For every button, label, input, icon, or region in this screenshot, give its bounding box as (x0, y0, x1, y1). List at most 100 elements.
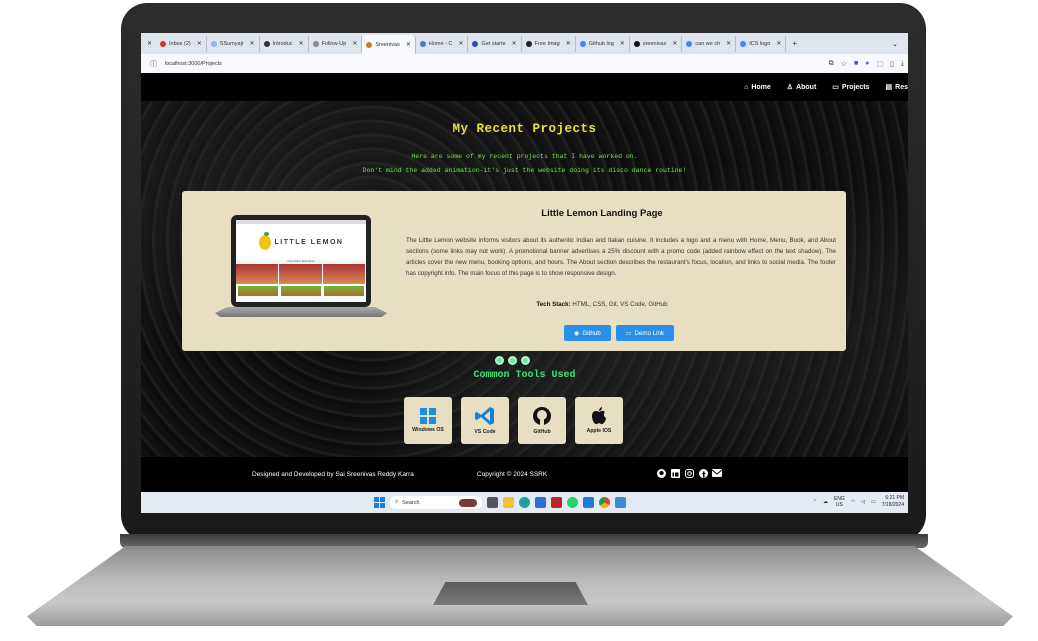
carousel-dot[interactable] (495, 356, 504, 365)
browser-tab-active[interactable]: Sreenivas ✕ (362, 35, 416, 54)
vscode-icon[interactable] (583, 497, 594, 508)
nav-label: About (796, 83, 817, 91)
install-icon[interactable]: ⧉ (829, 60, 834, 68)
tools-title: Common Tools Used (473, 370, 576, 381)
task-view-icon[interactable] (487, 497, 498, 508)
start-icon[interactable] (374, 497, 385, 508)
tab-label: Inbox (2) (169, 40, 191, 47)
clock[interactable]: 6:21 PM 7/18/2024 (882, 495, 904, 509)
search-icon: ⌕ (395, 499, 399, 505)
onedrive-icon[interactable]: ☁ (823, 499, 828, 505)
linkedin-icon[interactable] (670, 468, 680, 478)
close-icon[interactable]: ✕ (250, 40, 255, 47)
page-subtitle: Here are some of my recent projects that… (411, 153, 638, 160)
tab-label: sreenivas (642, 40, 667, 47)
site-icon (366, 41, 373, 48)
search-placeholder: Search (402, 499, 420, 506)
close-icon[interactable]: ✕ (512, 40, 517, 47)
portfolio-page: ⌂ Home ♙ About ▭ Projects ▤ Res My Recent Pr… (141, 73, 908, 492)
project-preview-image: LITTLE LEMON Home Menu Book About (215, 215, 387, 325)
google-icon (686, 40, 693, 47)
github-icon (633, 40, 640, 47)
site-info-icon[interactable]: ⓘ (150, 59, 157, 69)
close-icon[interactable]: ✕ (672, 40, 677, 47)
carousel-dot[interactable] (508, 356, 517, 365)
tab-label: can we ch (695, 40, 721, 47)
browser-tab[interactable]: Free Imag ✕ (522, 35, 576, 52)
extension-icon[interactable]: ■ (854, 60, 858, 68)
taskbar-search[interactable]: ⌕ Search (390, 496, 482, 509)
close-icon[interactable]: ✕ (620, 40, 625, 47)
site-icon (525, 40, 532, 47)
site-icon (472, 40, 479, 47)
demo-link-button[interactable]: ▭ Demo Link (615, 325, 675, 341)
browser-tab[interactable]: can we ch ✕ (682, 35, 737, 52)
nav-home[interactable]: ⌂ Home (744, 84, 771, 91)
browser-tab[interactable]: sreenivas ✕ (630, 35, 683, 52)
edge-icon[interactable] (519, 497, 530, 508)
browser-tab[interactable]: SSumyajr ✕ (207, 35, 260, 52)
github-button[interactable]: ◉ Github (564, 325, 611, 341)
close-icon[interactable]: ✕ (147, 40, 152, 47)
site-icon (263, 40, 270, 47)
browser-tab[interactable]: Home - C ✕ (416, 35, 469, 52)
projects-icon: ▭ (832, 84, 839, 91)
battery-icon[interactable]: ▭ (871, 499, 876, 505)
close-icon[interactable]: ✕ (352, 40, 357, 47)
windows-taskbar: ⌕ Search ⌃ ☁ ENG US ◠ ◁ ▭ 6:21 PM 7/18/2024 (141, 492, 908, 513)
browser-tab[interactable]: Follow-Up ✕ (309, 35, 363, 52)
extension-icon[interactable]: ● (865, 60, 869, 68)
browser-tab[interactable]: Get starte ✕ (468, 35, 522, 52)
nav-about[interactable]: ♙ About (787, 83, 817, 92)
github-icon[interactable] (656, 468, 666, 478)
close-icon[interactable]: ✕ (406, 41, 411, 48)
project-title: Little Lemon Landing Page (541, 208, 663, 219)
tech-stack-label: Tech Stack: (536, 301, 571, 308)
chrome-icon[interactable] (599, 497, 610, 508)
gmail-icon (160, 40, 167, 47)
close-icon[interactable]: ✕ (197, 40, 202, 47)
laptop-hinge (120, 534, 928, 548)
language-indicator[interactable]: ENG US (834, 496, 845, 508)
browser-tab[interactable]: Inbox (2) ✕ (156, 35, 207, 52)
chevron-up-icon[interactable]: ⌃ (813, 499, 817, 505)
button-label: Demo Link (634, 329, 665, 337)
download-icon[interactable]: ⤓ (901, 60, 904, 68)
close-icon[interactable]: ✕ (299, 40, 304, 47)
new-tab-button[interactable]: + (792, 39, 797, 48)
close-icon[interactable]: ✕ (566, 40, 571, 47)
snipping-tool-icon[interactable] (615, 497, 626, 508)
tech-stack: Tech Stack: HTML, CSS, Git, VS Code, Git… (402, 301, 802, 308)
app-icon[interactable] (535, 497, 546, 508)
wifi-icon[interactable]: ◠ (851, 499, 855, 505)
mail-icon[interactable] (712, 468, 722, 478)
top-navbar: ⌂ Home ♙ About ▭ Projects ▤ Res (141, 73, 908, 101)
browser-tab[interactable]: Github log ✕ (576, 35, 630, 52)
volume-icon[interactable]: ◁ (861, 499, 865, 505)
bookmark-star-icon[interactable]: ☆ (841, 60, 847, 68)
close-icon[interactable]: ✕ (776, 40, 781, 47)
carousel-dot[interactable] (521, 356, 530, 365)
laptop-notch (433, 582, 588, 605)
instagram-icon[interactable] (684, 468, 694, 478)
page-subtitle-note: Don't mind the added animation-it's just… (362, 167, 687, 174)
browser-tab[interactable]: Introduc ✕ (260, 35, 309, 52)
puzzle-icon[interactable]: ⬚ (876, 60, 883, 68)
side-panel-icon[interactable]: ▯ (890, 60, 894, 68)
facebook-icon[interactable] (698, 468, 708, 478)
whatsapp-icon[interactable] (567, 497, 578, 508)
nav-label: Home (751, 83, 771, 91)
close-icon[interactable]: ✕ (458, 40, 463, 47)
url-input[interactable]: localhost:3000/Projects (165, 61, 222, 67)
nav-projects[interactable]: ▭ Projects (832, 83, 869, 92)
mcafee-icon[interactable] (551, 497, 562, 508)
nav-resume[interactable]: ▤ Res (886, 83, 908, 92)
tech-stack-value: HTML, CSS, Git, VS Code, GitHub (570, 301, 668, 308)
file-explorer-icon[interactable] (503, 497, 514, 508)
tab-menu-icon[interactable]: ⌄ (892, 40, 898, 48)
browser-tab[interactable]: ICS logo ✕ (736, 35, 787, 52)
tool-label: Windows OS (412, 427, 444, 433)
tool-label: GitHub (533, 429, 551, 435)
close-icon[interactable]: ✕ (726, 40, 731, 47)
apple-icon (592, 407, 606, 425)
